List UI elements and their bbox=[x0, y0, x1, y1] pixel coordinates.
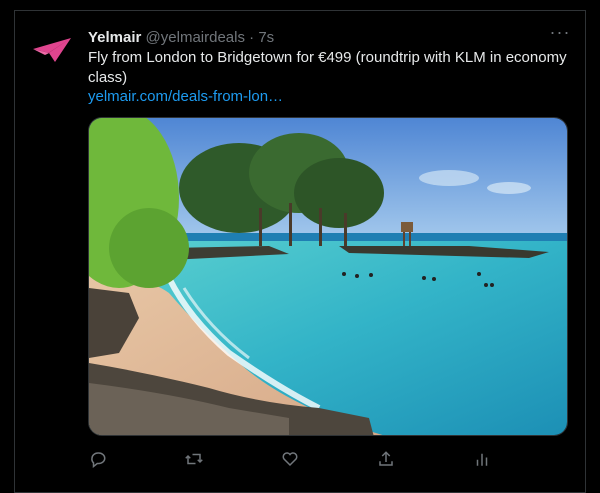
tweet-actions bbox=[88, 449, 488, 469]
tweet-media-image[interactable] bbox=[88, 117, 568, 436]
beach-photo bbox=[89, 118, 567, 435]
paper-plane-icon bbox=[33, 38, 71, 62]
retweet-icon bbox=[185, 453, 203, 465]
divider-top bbox=[14, 10, 586, 11]
share-icon bbox=[379, 451, 393, 466]
divider-right bbox=[585, 10, 586, 493]
tweet-header: Yelmair @yelmairdeals · 7s bbox=[88, 28, 570, 48]
heart-icon bbox=[282, 452, 298, 467]
tweet-text: Fly from London to Bridgetown for €499 (… bbox=[88, 49, 567, 86]
tweet-link[interactable]: yelmair.com/deals-from-lon… bbox=[88, 87, 283, 107]
share-button[interactable] bbox=[376, 449, 396, 469]
retweet-button[interactable] bbox=[184, 449, 204, 469]
author-name[interactable]: Yelmair bbox=[88, 29, 141, 46]
reply-button[interactable] bbox=[88, 449, 108, 469]
reply-icon bbox=[91, 452, 106, 468]
avatar[interactable] bbox=[28, 30, 76, 70]
more-options-button[interactable]: ··· bbox=[548, 23, 572, 46]
separator-dot: · bbox=[249, 29, 255, 46]
divider-left bbox=[14, 10, 15, 493]
author-handle[interactable]: @yelmairdeals bbox=[146, 29, 245, 46]
timestamp[interactable]: 7s bbox=[258, 29, 274, 46]
like-button[interactable] bbox=[280, 449, 300, 469]
analytics-icon bbox=[476, 453, 488, 466]
analytics-button[interactable] bbox=[472, 449, 492, 469]
